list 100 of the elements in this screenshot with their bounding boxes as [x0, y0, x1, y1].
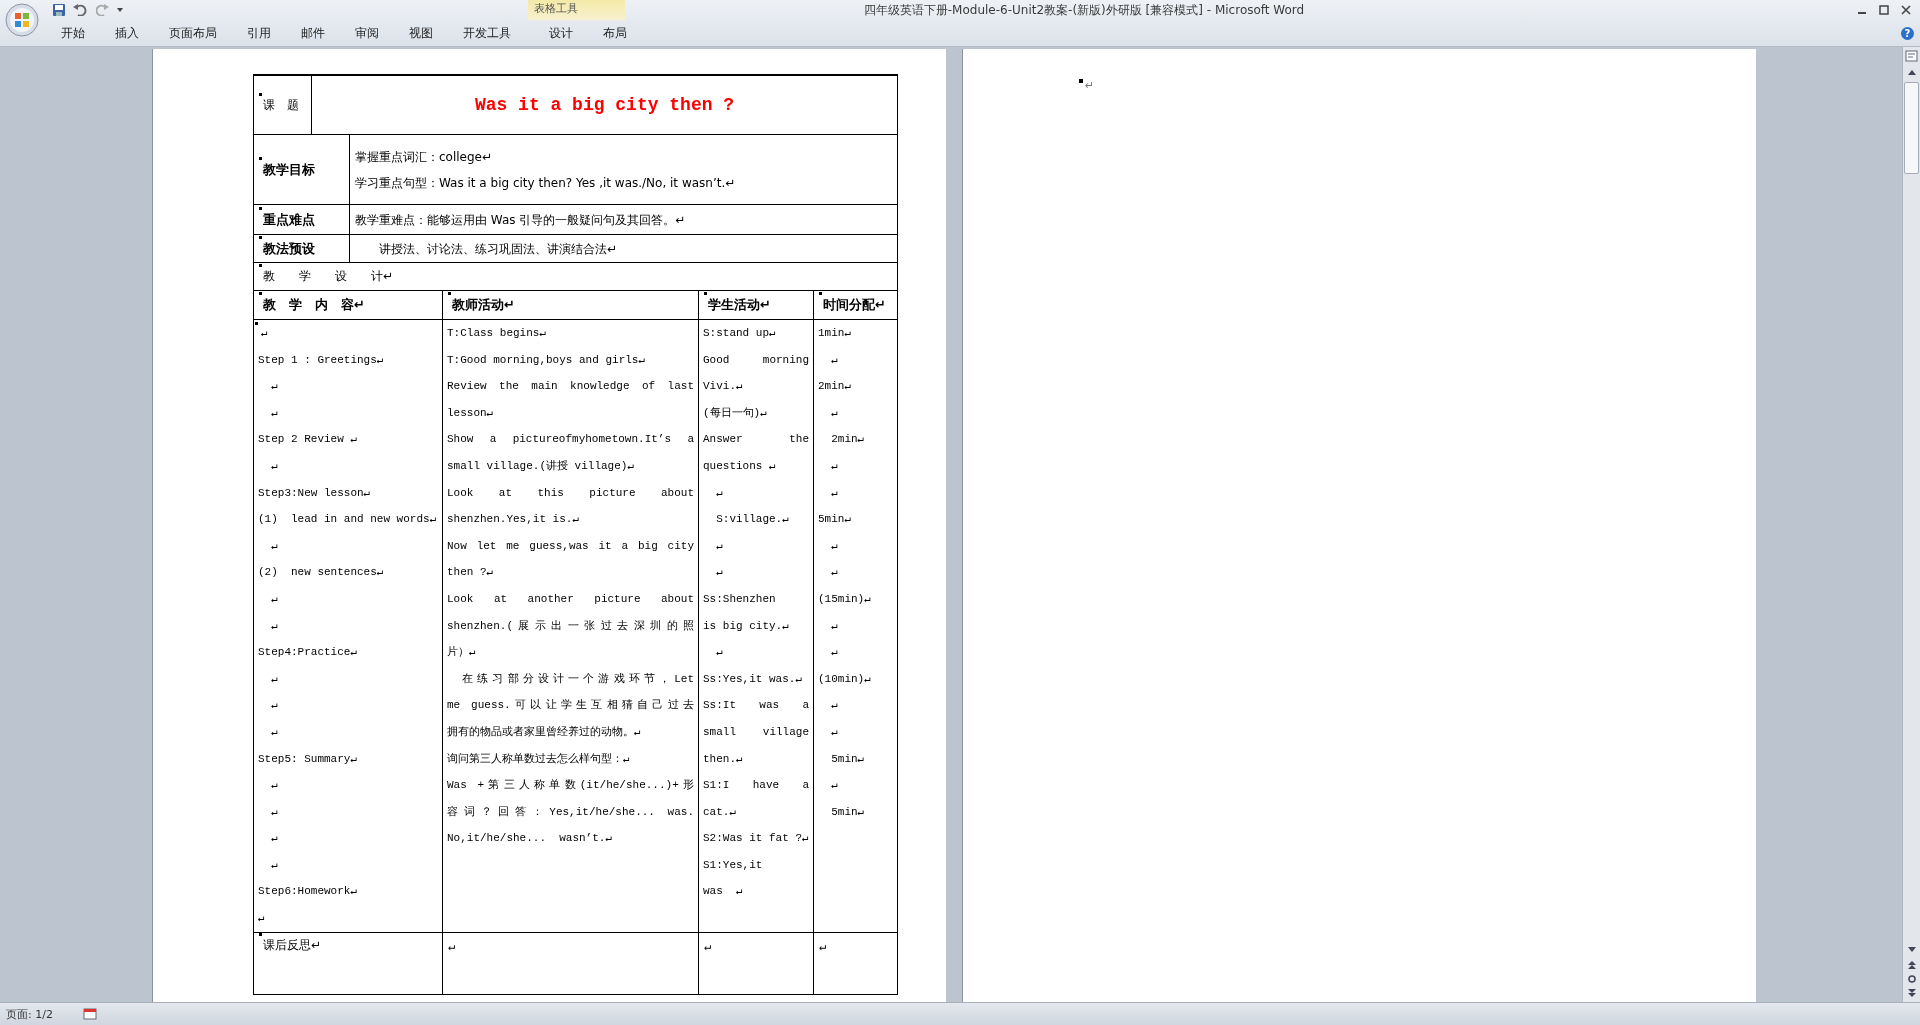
cell-text: ↵ — [830, 618, 839, 634]
cell-text: S2:Was it fat ?↵ — [703, 831, 809, 847]
cell-text: 2min↵ — [830, 432, 866, 448]
cell-text: Ss:It was a small village then.↵ — [703, 698, 809, 767]
cell-text: ↵ — [270, 405, 279, 421]
ribbon-tab[interactable]: 视图 — [394, 21, 448, 45]
cell-text: Step4:Practice↵ — [258, 645, 359, 661]
cell-text: (1) lead in and new words↵ — [258, 512, 438, 528]
cell-text: ↵ — [830, 778, 839, 794]
ribbon-tab[interactable]: 邮件 — [286, 21, 340, 45]
office-button[interactable] — [4, 2, 40, 38]
cell-text: S:village.↵ — [715, 512, 790, 528]
cell-text: 在练习部分设计一个游戏环节，Let me guess.可以让学生互相猜自己过去 拥有的物品或者家里曾经养过的动物。↵ — [447, 671, 694, 740]
cell-text: Was +第三人称单数(it/he/she...)+形 容词？回答：Yes,it/he/she... was. No,it/he/she... wasn’t.↵ — [447, 778, 694, 847]
cell-text: ↵ — [830, 485, 839, 501]
cell-text: ↵ — [715, 565, 724, 581]
vertical-scrollbar[interactable] — [1902, 47, 1920, 1002]
cell-text: Step5: Summary↵ — [258, 751, 359, 767]
cell-text: ↵ — [261, 326, 269, 341]
row-label: 重点难点 — [263, 210, 315, 229]
window-title: 四年级英语下册-Module-6-Unit2教案-(新版)外研版 [兼容模式] - Microsoft Word — [863, 1, 1305, 19]
row-label: 课后反思↵ — [263, 937, 322, 954]
cell-text: Look at this picture about shenzhen.Yes,it is.↵ — [447, 485, 694, 528]
lesson-title: Was it a big city then ? — [473, 95, 736, 115]
cell-text: ↵ — [830, 405, 839, 421]
cell-text: 1min↵ — [818, 326, 853, 341]
cell-text: Good morning Vivi.↵ — [703, 352, 809, 395]
column-header: 教 学 内 容↵ — [263, 296, 365, 314]
column-header: 学生活动↵ — [708, 296, 771, 314]
cell-text: ↵ — [270, 458, 279, 474]
ruler-toggle-icon[interactable] — [1905, 50, 1918, 62]
cell-text: Look at another picture about shenzhen.(展示出一张过去深圳的照 片）↵ — [447, 591, 694, 661]
cell-text: (2) new sentences↵ — [258, 565, 385, 581]
cell-text: S1:Yes,it — [703, 857, 764, 873]
cell-text: ↵ — [270, 591, 279, 607]
cell-text: Review the main knowledge of last lesson↵ — [447, 379, 694, 421]
column-header: 时间分配↵ — [823, 296, 886, 314]
maximize-icon[interactable] — [1878, 5, 1890, 15]
ribbon-tab[interactable]: 布局 — [588, 21, 642, 45]
cell-text: T:Good morning,boys and girls↵ — [447, 352, 647, 368]
cell-text: (每日一句)↵ — [703, 405, 768, 421]
cell-text: Show a pictureofmyhometown.It’s a small village.(讲授 village)↵ — [447, 432, 694, 474]
scroll-down-icon[interactable] — [1906, 946, 1917, 954]
cell-text: ↵ — [830, 645, 839, 661]
cell-text: ↵ — [830, 724, 839, 740]
next-page-icon[interactable] — [1906, 988, 1917, 998]
cell-text: (15min)↵ — [818, 591, 872, 607]
cell-text: ↵ — [830, 538, 839, 554]
cell-text: T:Class begins↵ — [447, 326, 548, 341]
ribbon-tab[interactable]: 插入 — [100, 21, 154, 45]
cell-text: ↵ — [270, 538, 279, 554]
row-label: 教学目标 — [263, 160, 315, 179]
row-mark-icon — [259, 156, 262, 160]
cell-text: 2min↵ — [818, 379, 853, 395]
cell-text: was ↵ — [703, 884, 744, 900]
dropdown-icon[interactable] — [116, 6, 124, 14]
scroll-up-icon[interactable] — [1906, 68, 1917, 76]
page-count[interactable]: 页面: 1/2 — [6, 1006, 53, 1022]
row-label: 教法预设 — [263, 239, 315, 258]
cell-text: S1:I have a cat.↵ — [703, 778, 809, 820]
cell-text: 学习重点句型：Was it a big city then? Yes ,it was./No, it wasn’t.↵ — [355, 174, 737, 192]
cell-text: 5min↵ — [830, 751, 866, 767]
column-header: 教师活动↵ — [452, 296, 515, 314]
ribbon-tab[interactable]: 设计 — [534, 21, 588, 45]
cell-text: Step3:New lesson↵ — [258, 485, 372, 501]
ribbon-tab[interactable]: 开发工具 — [448, 21, 526, 45]
row-mark-icon — [259, 92, 262, 96]
cell-text: Ss:Shenzhen is big city.↵ — [703, 591, 790, 634]
cell-text: ↵ — [830, 458, 839, 474]
cell-text: ↵ — [270, 698, 279, 714]
cell-text: ↵ — [270, 379, 279, 395]
cell-text: ↵ — [270, 831, 279, 847]
cell-text: ↵ — [819, 939, 828, 954]
ribbon-tab[interactable]: 页面布局 — [154, 21, 232, 45]
cell-text: Now let me guess,was it a big city then ?↵ — [447, 538, 694, 581]
cell-text: ↵ — [270, 804, 279, 820]
ribbon-tab[interactable]: 审阅 — [340, 21, 394, 45]
save-icon[interactable] — [52, 3, 66, 17]
cell-text: ↵ — [715, 645, 724, 661]
row-mark-icon — [259, 206, 262, 210]
ribbon-tab[interactable]: 引用 — [232, 21, 286, 45]
previous-page-icon[interactable] — [1906, 960, 1917, 970]
cell-text: ↵ — [270, 724, 279, 740]
help-button[interactable]: ? — [1901, 26, 1914, 40]
cell-text: ↵ — [704, 939, 713, 954]
cell-text: Step6:Homework↵ — [258, 884, 359, 900]
cell-text: ↵ — [270, 618, 279, 634]
close-icon[interactable] — [1900, 5, 1912, 15]
scroll-thumb[interactable] — [1904, 82, 1919, 174]
cell-text: Step 2 Review ↵ — [258, 432, 359, 448]
ribbon-tab[interactable]: 开始 — [46, 21, 100, 45]
paragraph-mark: ↵ — [1085, 79, 1095, 92]
cell-text: ↵ — [258, 911, 266, 927]
cell-text: 讲授法、讨论法、练习巩固法、讲演结合法↵ — [378, 240, 619, 258]
cell-text: ↵ — [830, 565, 839, 581]
cell-text: 教学重难点：能够运用由 Was 引导的一般疑问句及其回答。↵ — [355, 211, 687, 229]
row-label: 课 题 — [263, 96, 299, 114]
calendar-icon[interactable] — [82, 1008, 97, 1020]
cell-text: ↵ — [448, 939, 457, 954]
browse-object-icon[interactable] — [1906, 974, 1917, 984]
